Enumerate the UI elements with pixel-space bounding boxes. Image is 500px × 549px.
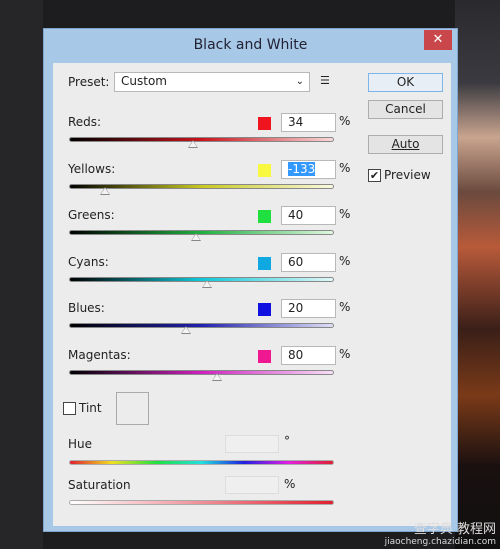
saturation-unit: % <box>284 477 296 491</box>
cyans-unit: % <box>339 254 351 268</box>
preset-value: Custom <box>121 74 167 88</box>
yellows-unit: % <box>339 161 351 175</box>
black-and-white-dialog: Black and White ✕ Preset: Custom ⌄ ☰ OK … <box>43 28 458 532</box>
magentas-value-input[interactable]: 80 <box>281 346 336 365</box>
yellows-label: Yellows: <box>68 162 116 176</box>
greens-value: 40 <box>288 208 304 222</box>
saturation-input[interactable] <box>225 476 279 494</box>
cyans-value-input[interactable]: 60 <box>281 253 336 272</box>
magentas-unit: % <box>339 347 351 361</box>
reds-value-input[interactable]: 34 <box>281 113 336 132</box>
greens-unit: % <box>339 207 351 221</box>
auto-button[interactable]: Auto <box>368 135 443 154</box>
magentas-label: Magentas: <box>68 348 131 362</box>
reds-swatch <box>258 117 271 130</box>
cyans-value: 60 <box>288 255 304 269</box>
preview-checkbox[interactable]: ✔ <box>368 169 381 182</box>
yellows-swatch <box>258 164 271 177</box>
blues-swatch <box>258 303 271 316</box>
close-icon[interactable]: ✕ <box>424 30 452 50</box>
greens-value-input[interactable]: 40 <box>281 206 336 225</box>
preset-select[interactable]: Custom ⌄ <box>114 72 310 92</box>
preview-label: Preview <box>384 168 431 182</box>
hue-input[interactable] <box>225 435 279 453</box>
reds-value: 34 <box>288 115 304 129</box>
blues-slider-thumb[interactable] <box>180 326 191 334</box>
background-left <box>0 0 43 549</box>
reds-label: Reds: <box>68 115 102 129</box>
watermark-line1: 查字典 教程网 <box>413 522 496 537</box>
watermark: 查字典 教程网 jiaocheng.chazidian.com <box>385 518 496 547</box>
tint-checkbox[interactable] <box>63 402 76 415</box>
hue-slider[interactable] <box>69 460 334 465</box>
magentas-value: 80 <box>288 348 304 362</box>
yellows-value: -133 <box>288 162 316 176</box>
hue-label: Hue <box>68 437 93 451</box>
reds-slider-track[interactable] <box>69 137 334 142</box>
saturation-label: Saturation <box>68 478 131 492</box>
cyans-label: Cyans: <box>68 255 109 269</box>
preset-options-icon[interactable]: ☰ <box>320 74 330 87</box>
greens-swatch <box>258 210 271 223</box>
cyans-swatch <box>258 257 271 270</box>
blues-unit: % <box>339 300 351 314</box>
hue-unit: ° <box>284 434 290 448</box>
magentas-slider-thumb[interactable] <box>212 373 223 381</box>
ok-button[interactable]: OK <box>368 73 443 92</box>
blues-value-input[interactable]: 20 <box>281 299 336 318</box>
blues-slider-track[interactable] <box>69 323 334 328</box>
dialog-title: Black and White <box>193 37 308 53</box>
yellows-value-input[interactable]: -133 <box>281 160 336 179</box>
magentas-slider-track[interactable] <box>69 370 334 375</box>
cyans-slider-thumb[interactable] <box>201 280 212 288</box>
cancel-button[interactable]: Cancel <box>368 100 443 119</box>
tint-color-swatch[interactable] <box>116 392 149 425</box>
reds-unit: % <box>339 114 351 128</box>
greens-slider-thumb[interactable] <box>191 233 202 241</box>
blues-value: 20 <box>288 301 304 315</box>
preset-label: Preset: <box>68 75 110 89</box>
tint-label: Tint <box>79 401 102 415</box>
dialog-panel: Preset: Custom ⌄ ☰ OK Cancel Auto ✔ Prev… <box>53 63 451 526</box>
yellows-slider-thumb[interactable] <box>99 187 110 195</box>
greens-slider-track[interactable] <box>69 230 334 235</box>
greens-label: Greens: <box>68 208 115 222</box>
reds-slider-thumb[interactable] <box>188 140 199 148</box>
watermark-line2: jiaocheng.chazidian.com <box>384 537 496 547</box>
magentas-swatch <box>258 350 271 363</box>
chevron-down-icon: ⌄ <box>295 76 304 87</box>
background-photo <box>455 0 500 549</box>
saturation-slider[interactable] <box>69 500 334 505</box>
blues-label: Blues: <box>68 301 105 315</box>
